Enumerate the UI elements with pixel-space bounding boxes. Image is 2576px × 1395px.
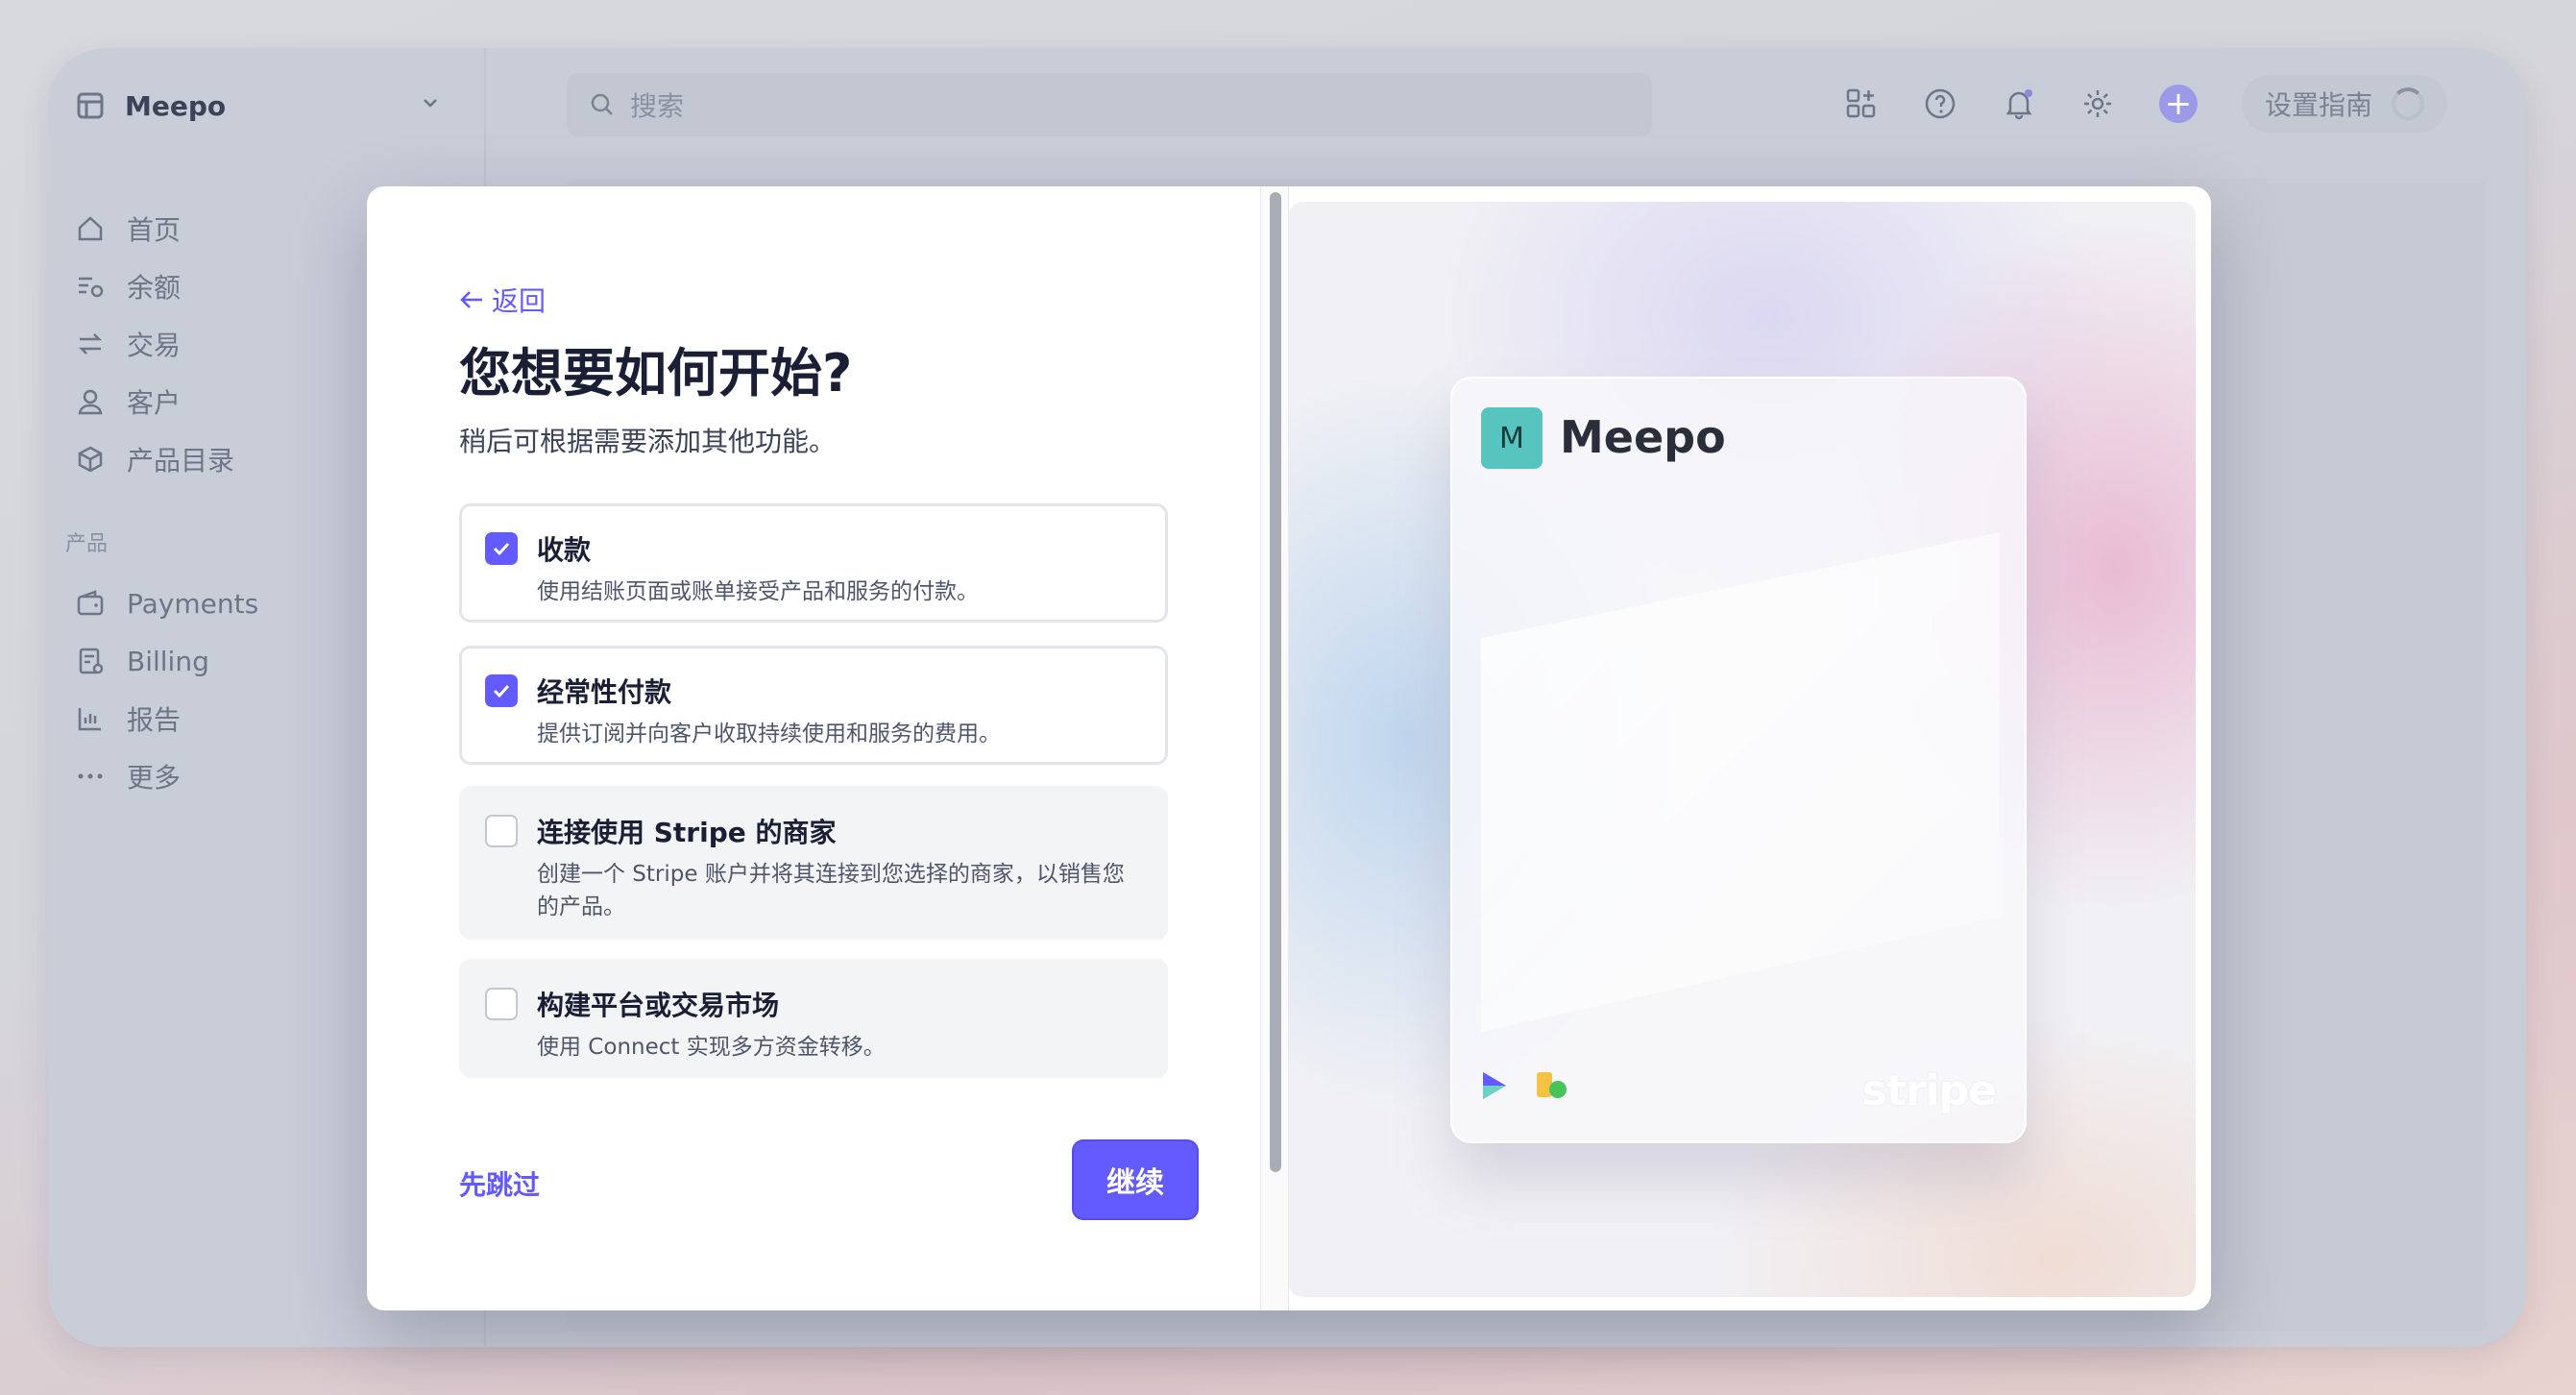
account-name: Meepo (125, 89, 227, 122)
setup-guide-label: 设置指南 (2265, 89, 2373, 121)
preview-placeholder-shape (1481, 532, 2000, 1032)
business-name: Meepo (1560, 411, 1726, 463)
preview-panel: M Meepo stripe (1289, 202, 2196, 1297)
customer-icon (75, 386, 106, 417)
toolbar: + 设置指南 (1844, 75, 2448, 133)
sidebar-item-label: 报告 (127, 704, 182, 736)
checkbox-checked[interactable] (485, 532, 518, 565)
sidebar-item-label: 交易 (127, 330, 182, 361)
more-icon (75, 761, 106, 792)
modal-subtitle: 稍后可根据需要添加其他功能。 (459, 426, 837, 457)
checkbox-unchecked[interactable] (485, 815, 518, 847)
option-title: 经常性付款 (537, 676, 672, 708)
billing-icon (75, 646, 106, 676)
search-placeholder: 搜索 (630, 90, 685, 122)
back-link[interactable]: 返回 (459, 281, 546, 319)
scrollbar-thumb[interactable] (1270, 192, 1281, 1172)
option-build-platform[interactable]: 构建平台或交易市场 使用 Connect 实现多方资金转移。 (459, 959, 1168, 1078)
skip-link[interactable]: 先跳过 (459, 1164, 540, 1203)
option-title: 收款 (537, 534, 592, 566)
option-title: 连接使用 Stripe 的商家 (537, 817, 837, 848)
sidebar-item-label: 客户 (127, 387, 182, 419)
sidebar-item-label: 产品目录 (127, 445, 235, 477)
business-logo: M (1481, 407, 1543, 469)
payment-method-icons (1481, 1070, 1569, 1101)
option-connect-merchants[interactable]: 连接使用 Stripe 的商家 创建一个 Stripe 账户并将其连接到您选择的… (459, 786, 1168, 940)
sidebar-item-label: 余额 (127, 272, 182, 304)
notification-bell-icon[interactable] (2002, 86, 2036, 121)
setup-guide-button[interactable]: 设置指南 (2242, 75, 2448, 133)
account-switcher[interactable]: Meepo (75, 77, 459, 135)
option-description: 提供订阅并向客户收取持续使用和服务的费用。 (537, 722, 1001, 746)
product-catalog-icon (75, 444, 106, 475)
back-label: 返回 (492, 285, 547, 317)
store-icon (75, 90, 106, 121)
help-icon[interactable] (1923, 86, 1957, 121)
progress-ring-icon (2392, 87, 2425, 120)
onboarding-modal: 返回 您想要如何开始? 稍后可根据需要添加其他功能。 收款 使用结账页面或账单接… (367, 186, 2211, 1310)
chevron-down-icon[interactable] (421, 93, 440, 118)
gear-icon[interactable] (2080, 86, 2115, 121)
checkout-preview-card: M Meepo stripe (1450, 377, 2027, 1143)
search-icon (590, 92, 615, 117)
link-play-icon (1481, 1070, 1508, 1101)
option-accept-payments[interactable]: 收款 使用结账页面或账单接受产品和服务的付款。 (459, 503, 1168, 623)
option-description: 使用 Connect 实现多方资金转移。 (537, 1035, 886, 1060)
option-description: 创建一个 Stripe 账户并将其连接到您选择的商家，以销售您的产品。 (537, 862, 1125, 919)
modal-form-panel: 返回 您想要如何开始? 稍后可根据需要添加其他功能。 收款 使用结账页面或账单接… (367, 186, 1260, 1310)
checkbox-unchecked[interactable] (485, 988, 518, 1020)
continue-button[interactable]: 继续 (1072, 1139, 1199, 1220)
reports-icon (75, 703, 106, 734)
option-recurring-payments[interactable]: 经常性付款 提供订阅并向客户收取持续使用和服务的费用。 (459, 646, 1168, 765)
modal-title: 您想要如何开始? (459, 343, 853, 404)
sidebar-item-label: 首页 (127, 214, 182, 246)
wallet-icon (75, 588, 106, 619)
transactions-icon (75, 329, 106, 359)
arrow-left-icon (459, 289, 484, 310)
scrollbar[interactable] (1260, 186, 1289, 1310)
checkbox-checked[interactable] (485, 674, 518, 707)
stripe-logo: stripe (1861, 1066, 1997, 1115)
wallet-pay-icon (1535, 1070, 1569, 1101)
sidebar-item-label: Payments (127, 587, 259, 620)
sidebar-item-label: Billing (127, 645, 209, 677)
home-icon (75, 213, 106, 244)
balance-icon (75, 271, 106, 302)
sidebar-item-label: 更多 (127, 762, 182, 794)
option-title: 构建平台或交易市场 (537, 990, 780, 1021)
option-description: 使用结账页面或账单接受产品和服务的付款。 (537, 579, 979, 604)
search-input[interactable]: 搜索 (567, 73, 1652, 136)
apps-icon[interactable] (1844, 86, 1879, 121)
create-plus-icon[interactable]: + (2159, 85, 2198, 123)
